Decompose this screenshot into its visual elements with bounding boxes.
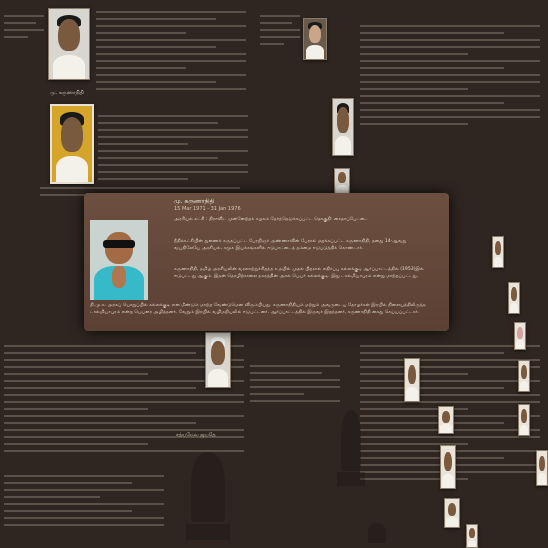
portrait-thumbnail[interactable] — [440, 445, 456, 489]
state-emblem-icon — [362, 520, 392, 548]
emblem-caption: சத்யமேவ ஜயதே — [176, 432, 216, 438]
portrait-thumbnail[interactable] — [536, 450, 548, 486]
state-emblem-icon — [180, 440, 236, 540]
portrait-thumbnail[interactable] — [518, 360, 530, 392]
portrait-thumbnail[interactable] — [514, 322, 526, 350]
portrait-thumbnail[interactable] — [334, 168, 350, 194]
state-emblem-icon — [334, 400, 368, 486]
portrait-thumbnail[interactable] — [205, 332, 231, 388]
tenure-dates: 15 Mar 1971 - 31 Jan 1976 — [174, 206, 241, 212]
portrait-thumbnail[interactable] — [444, 498, 460, 528]
card-paragraph-bio: நீதிக்கட்சியின் துணைக் கருதப்பட்ட பேரறிஞ… — [174, 239, 407, 251]
portrait-thumbnail[interactable] — [438, 406, 454, 434]
card-paragraph-party: அரசியல் கட்சி : திராவிட முன்னேற்றக் கழகம… — [174, 217, 369, 222]
chief-minister-detail-card[interactable]: மு. கருணாநிதி 15 Mar 1971 - 31 Jan 1976 … — [84, 193, 449, 331]
person-name: மு. கருணாநிதி — [174, 198, 215, 205]
portrait-thumbnail-selected[interactable] — [50, 104, 94, 184]
card-paragraph-protest: கருணாநிதி, தமிழ் அரசியலின் வரலாற்றுச்சிற… — [174, 267, 424, 279]
portrait-thumbnail[interactable] — [518, 404, 530, 436]
portrait-thumbnail[interactable] — [508, 282, 520, 314]
portrait-thumbnail[interactable] — [466, 524, 478, 548]
portrait-thumbnail[interactable] — [332, 98, 354, 156]
person-photo — [90, 220, 148, 300]
portrait-thumbnail[interactable] — [492, 236, 504, 268]
thumbnail-caption: மு. கருணாநிதி — [50, 90, 84, 96]
card-paragraph-arrest: தி.மு.க. அரசுப் பொறுப்பில் கல்லக்குடி என… — [90, 303, 426, 315]
portrait-thumbnail[interactable] — [303, 18, 327, 60]
portrait-thumbnail[interactable] — [48, 8, 90, 80]
portrait-thumbnail[interactable] — [404, 358, 420, 402]
